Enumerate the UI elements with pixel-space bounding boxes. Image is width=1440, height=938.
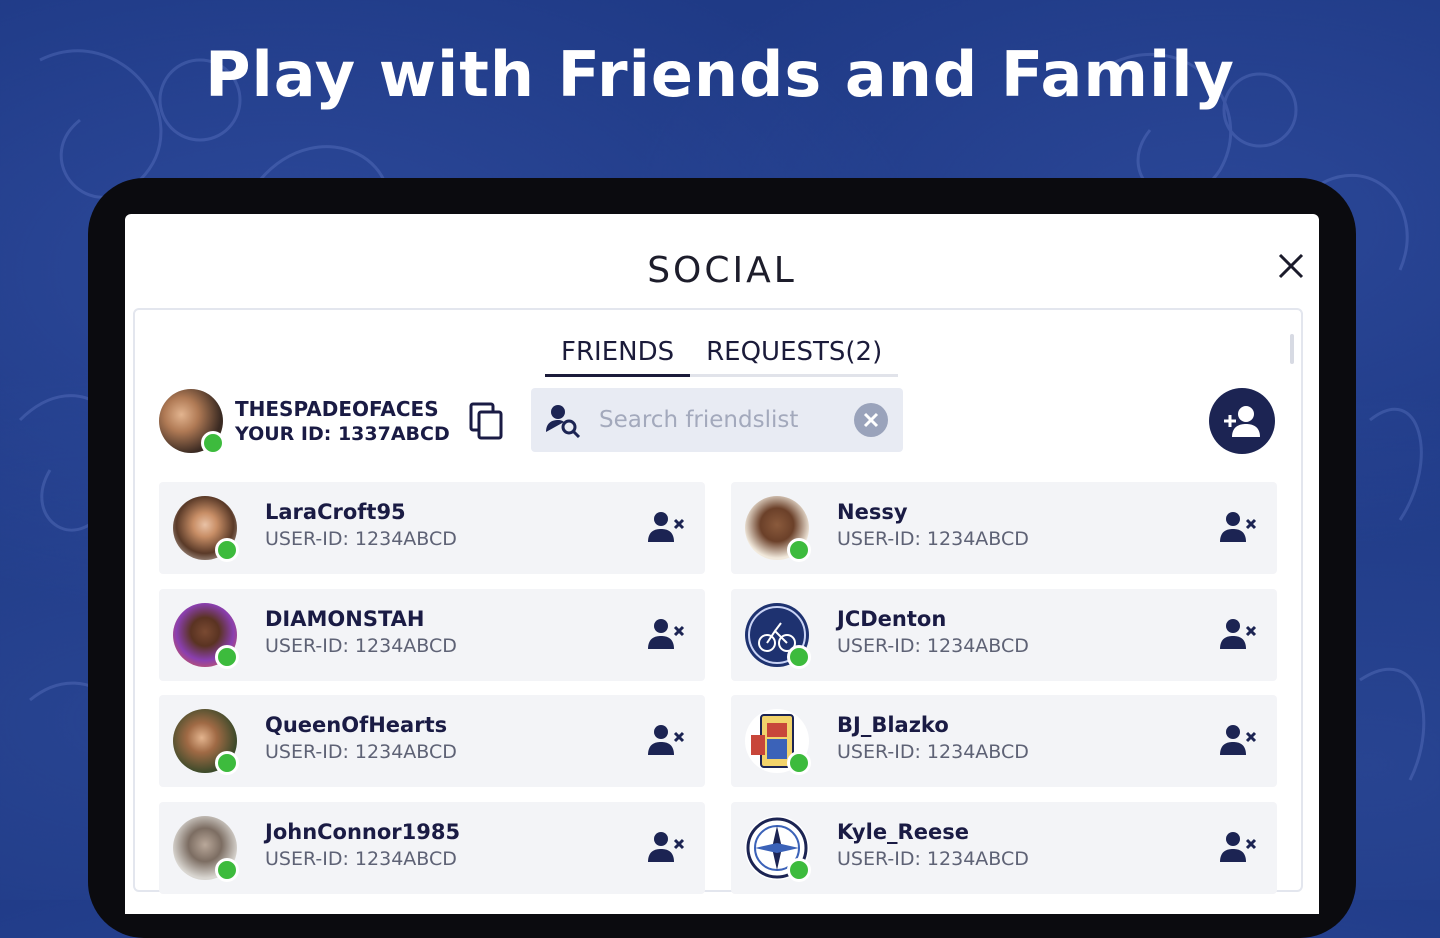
- remove-friend-icon[interactable]: [1219, 510, 1257, 544]
- friend-name: JohnConnor1985: [265, 820, 461, 844]
- friend-user-id: USER-ID: 1234ABCD: [837, 848, 1029, 870]
- friend-card[interactable]: LaraCroft95 USER-ID: 1234ABCD: [159, 482, 705, 574]
- tab-bar: FRIENDS REQUESTS(2): [545, 334, 899, 378]
- avatar: [745, 816, 811, 882]
- headline: Play with Friends and Family: [205, 38, 1235, 111]
- tab-friends[interactable]: FRIENDS: [545, 334, 691, 377]
- friend-card[interactable]: JohnConnor1985 USER-ID: 1234ABCD: [159, 802, 705, 894]
- clear-icon: [863, 412, 879, 428]
- online-status-dot: [201, 431, 225, 455]
- online-status-dot: [787, 645, 811, 669]
- user-search-icon: [546, 405, 581, 438]
- friend-card[interactable]: JCDenton USER-ID: 1234ABCD: [731, 589, 1277, 681]
- avatar: [745, 709, 811, 775]
- remove-friend-icon[interactable]: [1219, 723, 1257, 757]
- friend-user-id: USER-ID: 1234ABCD: [265, 848, 457, 870]
- my-profile: THESPADEOFACES YOUR ID: 1337ABCD: [159, 386, 504, 456]
- avatar: [173, 709, 239, 775]
- remove-friend-icon[interactable]: [647, 830, 685, 864]
- my-username: THESPADEOFACES: [235, 397, 439, 421]
- avatar: [159, 389, 225, 455]
- scrollbar[interactable]: [1290, 334, 1294, 364]
- friend-user-id: USER-ID: 1234ABCD: [265, 528, 457, 550]
- close-icon[interactable]: [1275, 250, 1307, 282]
- search-input[interactable]: [597, 406, 846, 434]
- friend-name: LaraCroft95: [265, 500, 406, 524]
- my-user-id: YOUR ID: 1337ABCD: [235, 423, 450, 445]
- friend-user-id: USER-ID: 1234ABCD: [837, 635, 1029, 657]
- avatar: [173, 496, 239, 562]
- friend-name: QueenOfHearts: [265, 713, 448, 737]
- friend-user-id: USER-ID: 1234ABCD: [837, 528, 1029, 550]
- remove-friend-icon[interactable]: [647, 617, 685, 651]
- friend-name: JCDenton: [837, 607, 947, 631]
- avatar: [745, 603, 811, 669]
- friend-user-id: USER-ID: 1234ABCD: [265, 741, 457, 763]
- online-status-dot: [215, 751, 239, 775]
- add-user-icon: [1224, 406, 1260, 437]
- online-status-dot: [787, 858, 811, 882]
- social-dialog: SOCIAL FRIENDS REQUESTS(2) THESPADEOFACE…: [125, 214, 1319, 914]
- clear-search-button[interactable]: [854, 403, 888, 437]
- friend-card[interactable]: Kyle_Reese USER-ID: 1234ABCD: [731, 802, 1277, 894]
- avatar: [173, 816, 239, 882]
- friend-user-id: USER-ID: 1234ABCD: [837, 741, 1029, 763]
- remove-friend-icon[interactable]: [647, 510, 685, 544]
- remove-friend-icon[interactable]: [1219, 830, 1257, 864]
- online-status-dot: [215, 858, 239, 882]
- online-status-dot: [787, 538, 811, 562]
- friends-panel: FRIENDS REQUESTS(2) THESPADEOFACES YOUR …: [133, 308, 1303, 894]
- online-status-dot: [215, 538, 239, 562]
- friend-name: DIAMONSTAH: [265, 607, 425, 631]
- friend-name: Nessy: [837, 500, 908, 524]
- friend-card[interactable]: DIAMONSTAH USER-ID: 1234ABCD: [159, 589, 705, 681]
- tab-requests[interactable]: REQUESTS(2): [690, 334, 899, 377]
- remove-friend-icon[interactable]: [1219, 617, 1257, 651]
- friend-user-id: USER-ID: 1234ABCD: [265, 635, 457, 657]
- avatar: [173, 603, 239, 669]
- friend-name: BJ_Blazko: [837, 713, 949, 737]
- remove-friend-icon[interactable]: [647, 723, 685, 757]
- avatar: [745, 496, 811, 562]
- add-friend-button[interactable]: [1209, 388, 1275, 454]
- friend-card[interactable]: Nessy USER-ID: 1234ABCD: [731, 482, 1277, 574]
- friend-name: Kyle_Reese: [837, 820, 969, 844]
- friend-card[interactable]: QueenOfHearts USER-ID: 1234ABCD: [159, 695, 705, 787]
- friend-card[interactable]: BJ_Blazko USER-ID: 1234ABCD: [731, 695, 1277, 787]
- online-status-dot: [787, 751, 811, 775]
- copy-icon[interactable]: [468, 401, 504, 441]
- search-bar: [531, 388, 903, 452]
- online-status-dot: [215, 645, 239, 669]
- dialog-title: SOCIAL: [647, 250, 797, 291]
